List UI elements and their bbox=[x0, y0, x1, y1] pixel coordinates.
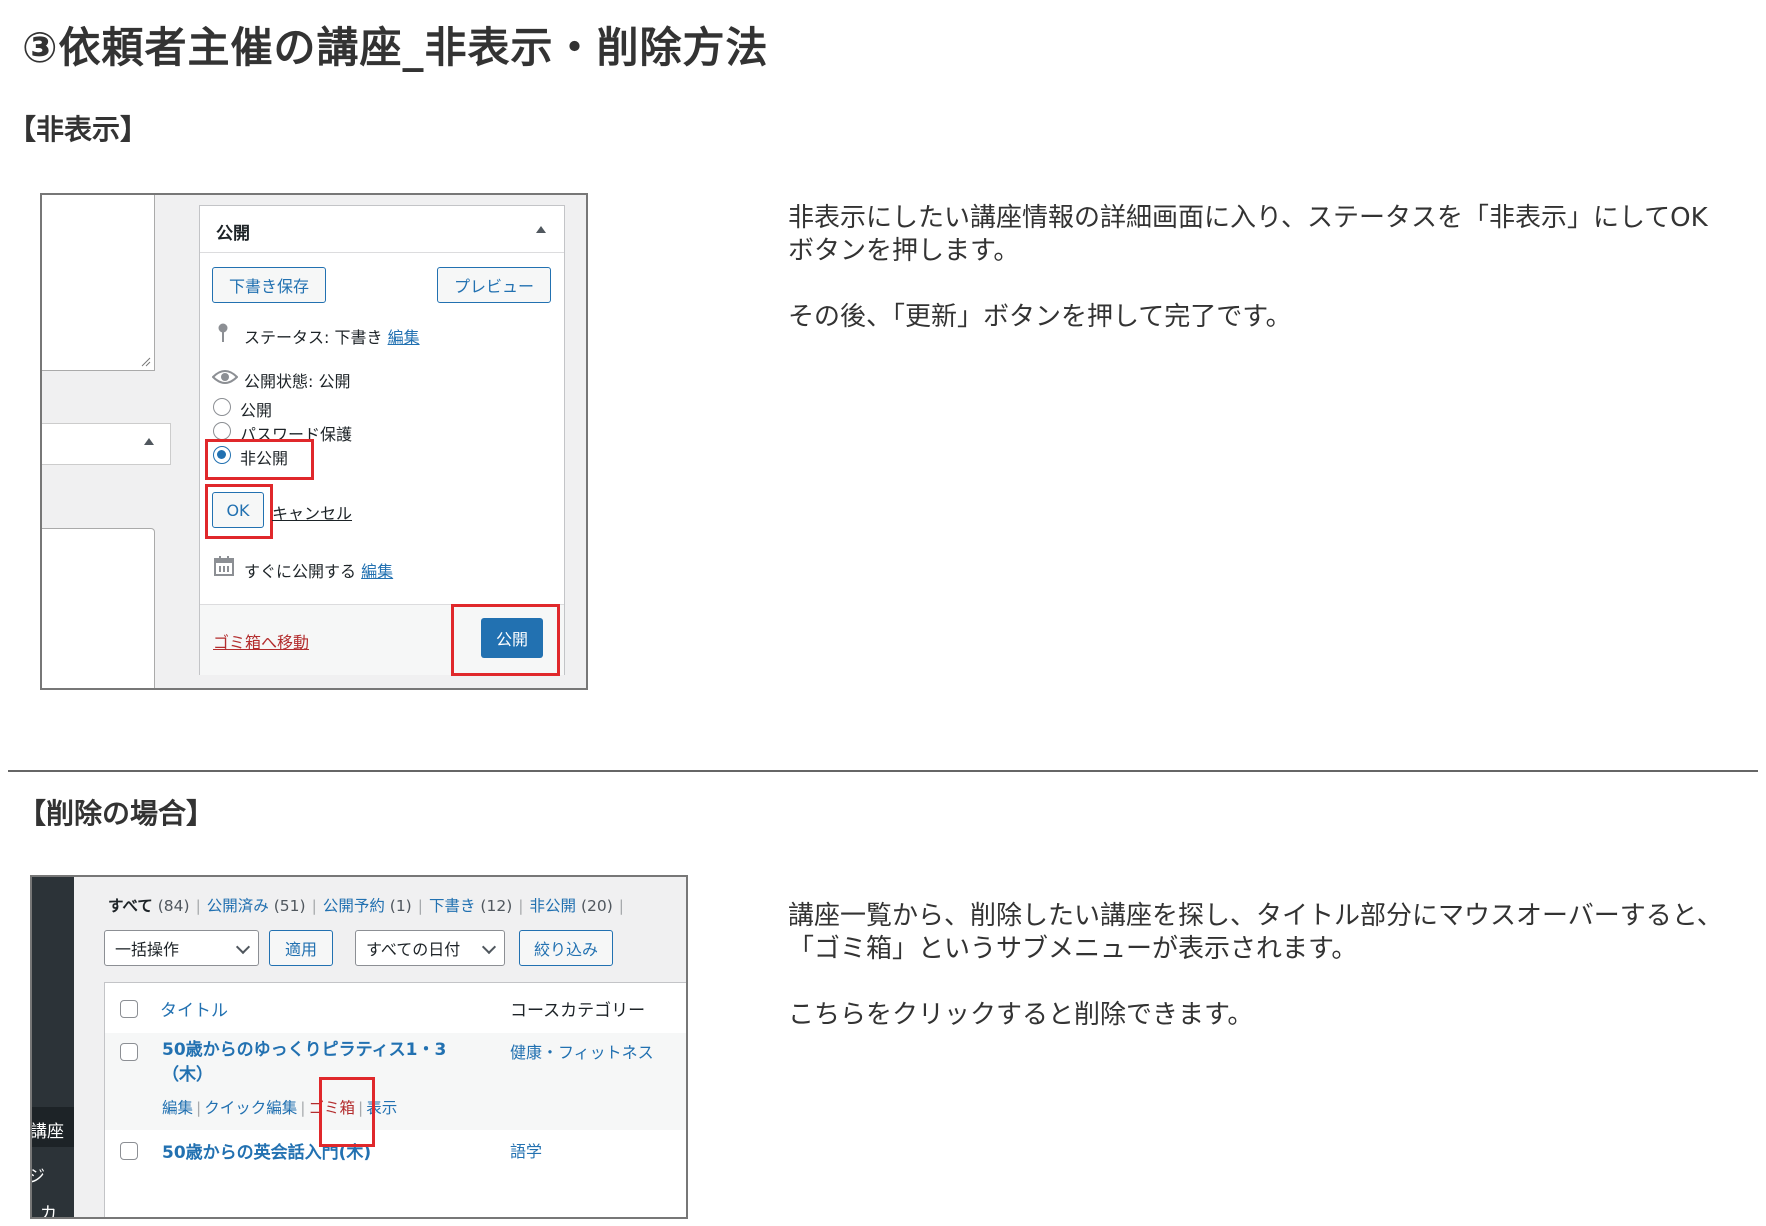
delete-description-line-2: こちらをクリックすると削除できます。 bbox=[788, 1000, 1254, 1030]
apply-button[interactable]: 適用 bbox=[269, 930, 333, 966]
publish-box-screenshot: 公開 下書き保存 プレビュー ステータス: 下書き 編集 公開状態: 公開 公開… bbox=[40, 193, 588, 690]
filter-scheduled-count: (1) bbox=[389, 897, 412, 915]
row-action-edit[interactable]: 編集 bbox=[162, 1099, 193, 1117]
publish-meta-box: 公開 下書き保存 プレビュー ステータス: 下書き 編集 公開状態: 公開 公開… bbox=[199, 205, 565, 676]
radio-password[interactable] bbox=[213, 422, 231, 440]
status-edit-link[interactable]: 編集 bbox=[388, 328, 420, 347]
sidebar-item-label[interactable]: カ bbox=[40, 1199, 57, 1217]
editor-textarea-2[interactable] bbox=[42, 528, 155, 688]
resize-handle-icon[interactable] bbox=[141, 357, 151, 367]
delete-description-line-1: 講座一覧から、削除したい講座を探し、タイトル部分にマウスオーバーすると、「ゴミ箱… bbox=[788, 901, 1723, 964]
select-all-checkbox[interactable] bbox=[120, 1000, 138, 1018]
highlight-ok-button bbox=[205, 484, 273, 539]
publish-box-header[interactable]: 公開 bbox=[200, 206, 564, 253]
table-row[interactable]: 50歳からのゆっくりピラティス1・3（木） 健康・フィットネス 編集 | クイック編… bbox=[105, 1033, 686, 1130]
course-list-screenshot: 講座 ジ カ すべて (84)|公開済み (51)|公開予約 (1)|下書き (… bbox=[30, 875, 688, 1219]
hide-section-heading: 【非表示】 bbox=[8, 113, 149, 146]
hide-description-line-2: その後、「更新」ボタンを押して完了です。 bbox=[788, 302, 1292, 332]
filter-button[interactable]: 絞り込み bbox=[519, 930, 613, 966]
bulk-action-value: 一括操作 bbox=[115, 940, 180, 959]
column-category: コースカテゴリー bbox=[510, 1001, 646, 1021]
highlight-publish-button bbox=[451, 604, 560, 676]
move-to-trash-link[interactable]: ゴミ箱へ移動 bbox=[213, 629, 309, 653]
eye-icon bbox=[212, 370, 238, 384]
filter-all-count: (84) bbox=[157, 897, 190, 915]
chevron-down-icon bbox=[481, 939, 497, 955]
filter-private[interactable]: 非公開 bbox=[529, 897, 576, 915]
hide-description: 非表示にしたい講座情報の詳細画面に入り、ステータスを「非表示」にしてOKボタンを… bbox=[788, 202, 1728, 367]
radio-public[interactable] bbox=[213, 398, 231, 416]
publish-box-title: 公開 bbox=[216, 224, 250, 244]
filter-scheduled[interactable]: 公開予約 bbox=[323, 897, 385, 915]
highlight-private-option bbox=[205, 439, 314, 480]
highlight-trash-action bbox=[319, 1077, 375, 1147]
schedule-label: すぐに公開する bbox=[244, 562, 357, 581]
chevron-down-icon bbox=[235, 939, 251, 955]
row-action-quick-edit[interactable]: クイック編集 bbox=[204, 1099, 297, 1117]
admin-sidebar: 講座 ジ カ bbox=[32, 877, 74, 1217]
column-title[interactable]: タイトル bbox=[160, 996, 228, 1021]
schedule-row: すぐに公開する 編集 bbox=[244, 558, 393, 582]
table-header: タイトル コースカテゴリー bbox=[105, 983, 686, 1034]
section-divider bbox=[8, 770, 1758, 772]
row-checkbox[interactable] bbox=[120, 1043, 138, 1061]
pin-icon bbox=[218, 323, 228, 342]
hide-description-line-1: 非表示にしたい講座情報の詳細画面に入り、ステータスを「非表示」にしてOKボタンを… bbox=[788, 203, 1708, 266]
collapse-triangle-icon[interactable] bbox=[144, 438, 154, 445]
row-category-link[interactable]: 語学 bbox=[510, 1138, 542, 1162]
date-filter-value: すべての日付 bbox=[366, 940, 461, 959]
delete-description: 講座一覧から、削除したい講座を探し、タイトル部分にマウスオーバーすると、「ゴミ箱… bbox=[788, 900, 1728, 1065]
sidebar-item-label[interactable]: 講座 bbox=[32, 1117, 64, 1142]
schedule-edit-link[interactable]: 編集 bbox=[361, 562, 393, 581]
status-filters: すべて (84) | 公開済み (51) | 公開予約 (1) | 下書き (12) | 非公開… bbox=[108, 897, 624, 915]
filter-published-count: (51) bbox=[273, 897, 306, 915]
filter-all[interactable]: すべて bbox=[108, 897, 153, 915]
bulk-action-select[interactable]: 一括操作 bbox=[104, 930, 259, 966]
calendar-icon bbox=[214, 556, 234, 576]
table-row[interactable]: 50歳からの英会話入門(木) 語学 bbox=[105, 1130, 686, 1200]
status-label: ステータス: 下書き bbox=[244, 328, 383, 347]
collapse-triangle-icon[interactable] bbox=[536, 226, 546, 233]
option-public-label: 公開 bbox=[240, 401, 273, 420]
cancel-link[interactable]: キャンセル bbox=[272, 500, 352, 524]
visibility-label: 公開状態: 公開 bbox=[244, 372, 351, 391]
preview-button[interactable]: プレビュー bbox=[437, 267, 551, 303]
delete-section-heading: 【削除の場合】 bbox=[18, 797, 215, 830]
date-filter-select[interactable]: すべての日付 bbox=[355, 930, 505, 966]
row-category-link[interactable]: 健康・フィットネス bbox=[510, 1039, 654, 1063]
editor-textarea[interactable] bbox=[42, 195, 155, 371]
page-title: ③依頼者主催の講座_非表示・削除方法 bbox=[22, 23, 769, 72]
filter-private-count: (20) bbox=[580, 897, 613, 915]
status-row: ステータス: 下書き 編集 bbox=[244, 324, 420, 348]
filter-draft[interactable]: 下書き bbox=[429, 897, 476, 915]
side-panel-collapsed[interactable] bbox=[42, 423, 171, 465]
sidebar-item-label[interactable]: ジ bbox=[32, 1162, 45, 1187]
filter-draft-count: (12) bbox=[480, 897, 513, 915]
save-draft-button[interactable]: 下書き保存 bbox=[212, 267, 326, 303]
filter-published[interactable]: 公開済み bbox=[207, 897, 269, 915]
row-checkbox[interactable] bbox=[120, 1142, 138, 1160]
course-table: タイトル コースカテゴリー 50歳からのゆっくりピラティス1・3（木） 健康・フ… bbox=[104, 982, 686, 1217]
